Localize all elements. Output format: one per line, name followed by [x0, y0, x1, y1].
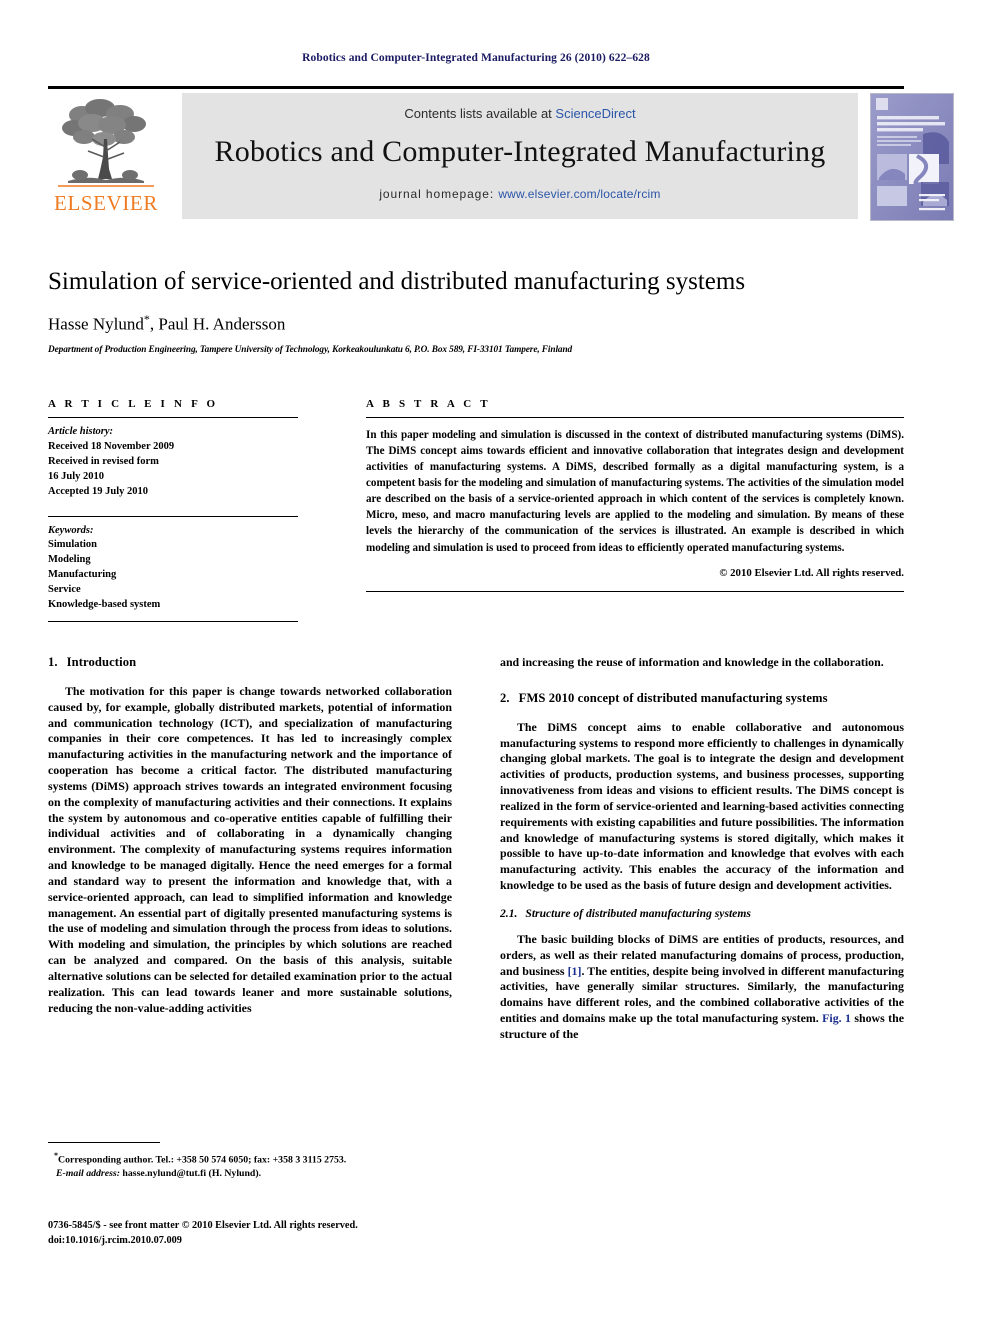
- paragraph-sec2-1: The DiMS concept aims to enable collabor…: [500, 719, 904, 893]
- paragraph-sec21-1: The basic building blocks of DiMS are en…: [500, 932, 904, 1043]
- article-history-line: Received 18 November 2009: [48, 440, 175, 452]
- citation-link-1[interactable]: [1]: [568, 964, 582, 978]
- subsection-number: 2.1.: [500, 906, 518, 920]
- article-info-rule-bottom: [48, 620, 298, 622]
- journal-banner: Contents lists available at ScienceDirec…: [182, 93, 858, 219]
- elsevier-tree-icon: [58, 99, 154, 187]
- journal-masthead: ELSEVIER Contents lists available at Sci…: [48, 86, 954, 221]
- journal-homepage-link[interactable]: www.elsevier.com/locate/rcim: [498, 187, 660, 201]
- subsection-title: Structure of distributed manufacturing s…: [525, 906, 751, 920]
- paragraph-intro-1-continued: and increasing the reuse of information …: [500, 655, 884, 669]
- journal-cover-thumbnail: [870, 93, 954, 221]
- section-title: Introduction: [66, 655, 137, 669]
- keyword-item: Manufacturing: [48, 569, 117, 581]
- footnote-text: *Corresponding author. Tel.: +358 50 574…: [48, 1150, 452, 1182]
- article-info-rule-mid: [48, 515, 298, 517]
- author-primary: Hasse Nylund: [48, 314, 144, 334]
- article-info-rule-top: [48, 417, 298, 418]
- contents-prefix-text: Contents lists available at: [404, 106, 556, 121]
- abstract-rule-bottom: [366, 590, 904, 592]
- elsevier-logo: ELSEVIER: [48, 95, 164, 217]
- article-history-block: Article history: Received 18 November 20…: [48, 425, 298, 500]
- keywords-block: Keywords: Simulation Modeling Manufactur…: [48, 524, 298, 613]
- abstract-rule-top: [366, 417, 904, 418]
- sciencedirect-link[interactable]: ScienceDirect: [555, 106, 635, 121]
- author-secondary: , Paul H. Andersson: [149, 314, 286, 334]
- section-number: 2.: [500, 690, 510, 705]
- paper-page: Robotics and Computer-Integrated Manufac…: [0, 0, 992, 1323]
- title-block: Simulation of service-oriented and distr…: [48, 268, 904, 355]
- article-history-line: Accepted 19 July 2010: [48, 485, 149, 497]
- affiliation: Department of Production Engineering, Ta…: [48, 345, 573, 356]
- abstract-heading: A B S T R A C T: [366, 398, 491, 410]
- body-column-left: 1. Introduction The motivation for this p…: [48, 655, 452, 1016]
- section-heading-fms2010: 2. FMS 2010 concept of distributed manufa…: [500, 691, 904, 706]
- homepage-prefix-text: journal homepage:: [379, 187, 499, 201]
- section-heading-introduction: 1. Introduction: [48, 655, 452, 670]
- journal-cover-art: [871, 94, 953, 220]
- article-history-line: 16 July 2010: [48, 470, 105, 482]
- article-info-heading: A R T I C L E I N F O: [48, 398, 219, 410]
- contents-available-line: Contents lists available at ScienceDirec…: [182, 93, 858, 121]
- article-history-line: Received in revised form: [48, 455, 159, 467]
- elsevier-wordmark: ELSEVIER: [54, 191, 158, 215]
- figure-link-1[interactable]: Fig. 1: [822, 1011, 851, 1025]
- footnote-email[interactable]: hasse.nylund@tut.fi (H. Nylund).: [122, 1168, 261, 1179]
- article-history-label: Article history:: [48, 426, 114, 437]
- running-head: Robotics and Computer-Integrated Manufac…: [302, 52, 650, 64]
- corresponding-author-footnote: *Corresponding author. Tel.: +358 50 574…: [48, 1142, 452, 1182]
- author-list: Hasse Nylund*, Paul H. Andersson: [48, 312, 904, 335]
- doi-line[interactable]: doi:10.1016/j.rcim.2010.07.009: [48, 1233, 488, 1248]
- section-title: FMS 2010 concept of distributed manufact…: [518, 690, 828, 705]
- abstract-text: In this paper modeling and simulation is…: [366, 429, 904, 554]
- keywords-label: Keywords:: [48, 524, 94, 536]
- journal-title: Robotics and Computer-Integrated Manufac…: [214, 135, 826, 168]
- issn-copyright-line: 0736-5845/$ - see front matter © 2010 El…: [48, 1220, 358, 1231]
- page-footer: 0736-5845/$ - see front matter © 2010 El…: [48, 1218, 488, 1249]
- keyword-item: Knowledge-based system: [48, 599, 161, 611]
- abstract-copyright: © 2010 Elsevier Ltd. All rights reserved…: [719, 566, 904, 579]
- article-info-column: A R T I C L E I N F O Article history: R…: [48, 398, 298, 622]
- abstract-column: A B S T R A C T In this paper modeling a…: [366, 398, 904, 592]
- keyword-item: Modeling: [48, 554, 91, 566]
- section-number: 1.: [48, 655, 58, 669]
- footnote-rule: [48, 1142, 160, 1143]
- footnote-email-label: E-mail address:: [56, 1168, 120, 1180]
- footnote-contact-line: Corresponding author. Tel.: +358 50 574 …: [58, 1154, 347, 1166]
- body-columns: 1. Introduction The motivation for this p…: [48, 655, 904, 1215]
- subsection-heading-structure: 2.1. Structure of distributed manufacturi…: [500, 907, 904, 920]
- keyword-item: Simulation: [48, 539, 98, 551]
- journal-homepage-line: journal homepage: www.elsevier.com/locat…: [182, 169, 858, 201]
- paper-title: Simulation of service-oriented and distr…: [48, 268, 746, 295]
- paragraph-intro-1: The motivation for this paper is change …: [48, 684, 452, 1015]
- keyword-item: Service: [48, 584, 81, 596]
- body-column-right: and increasing the reuse of information …: [500, 655, 904, 1043]
